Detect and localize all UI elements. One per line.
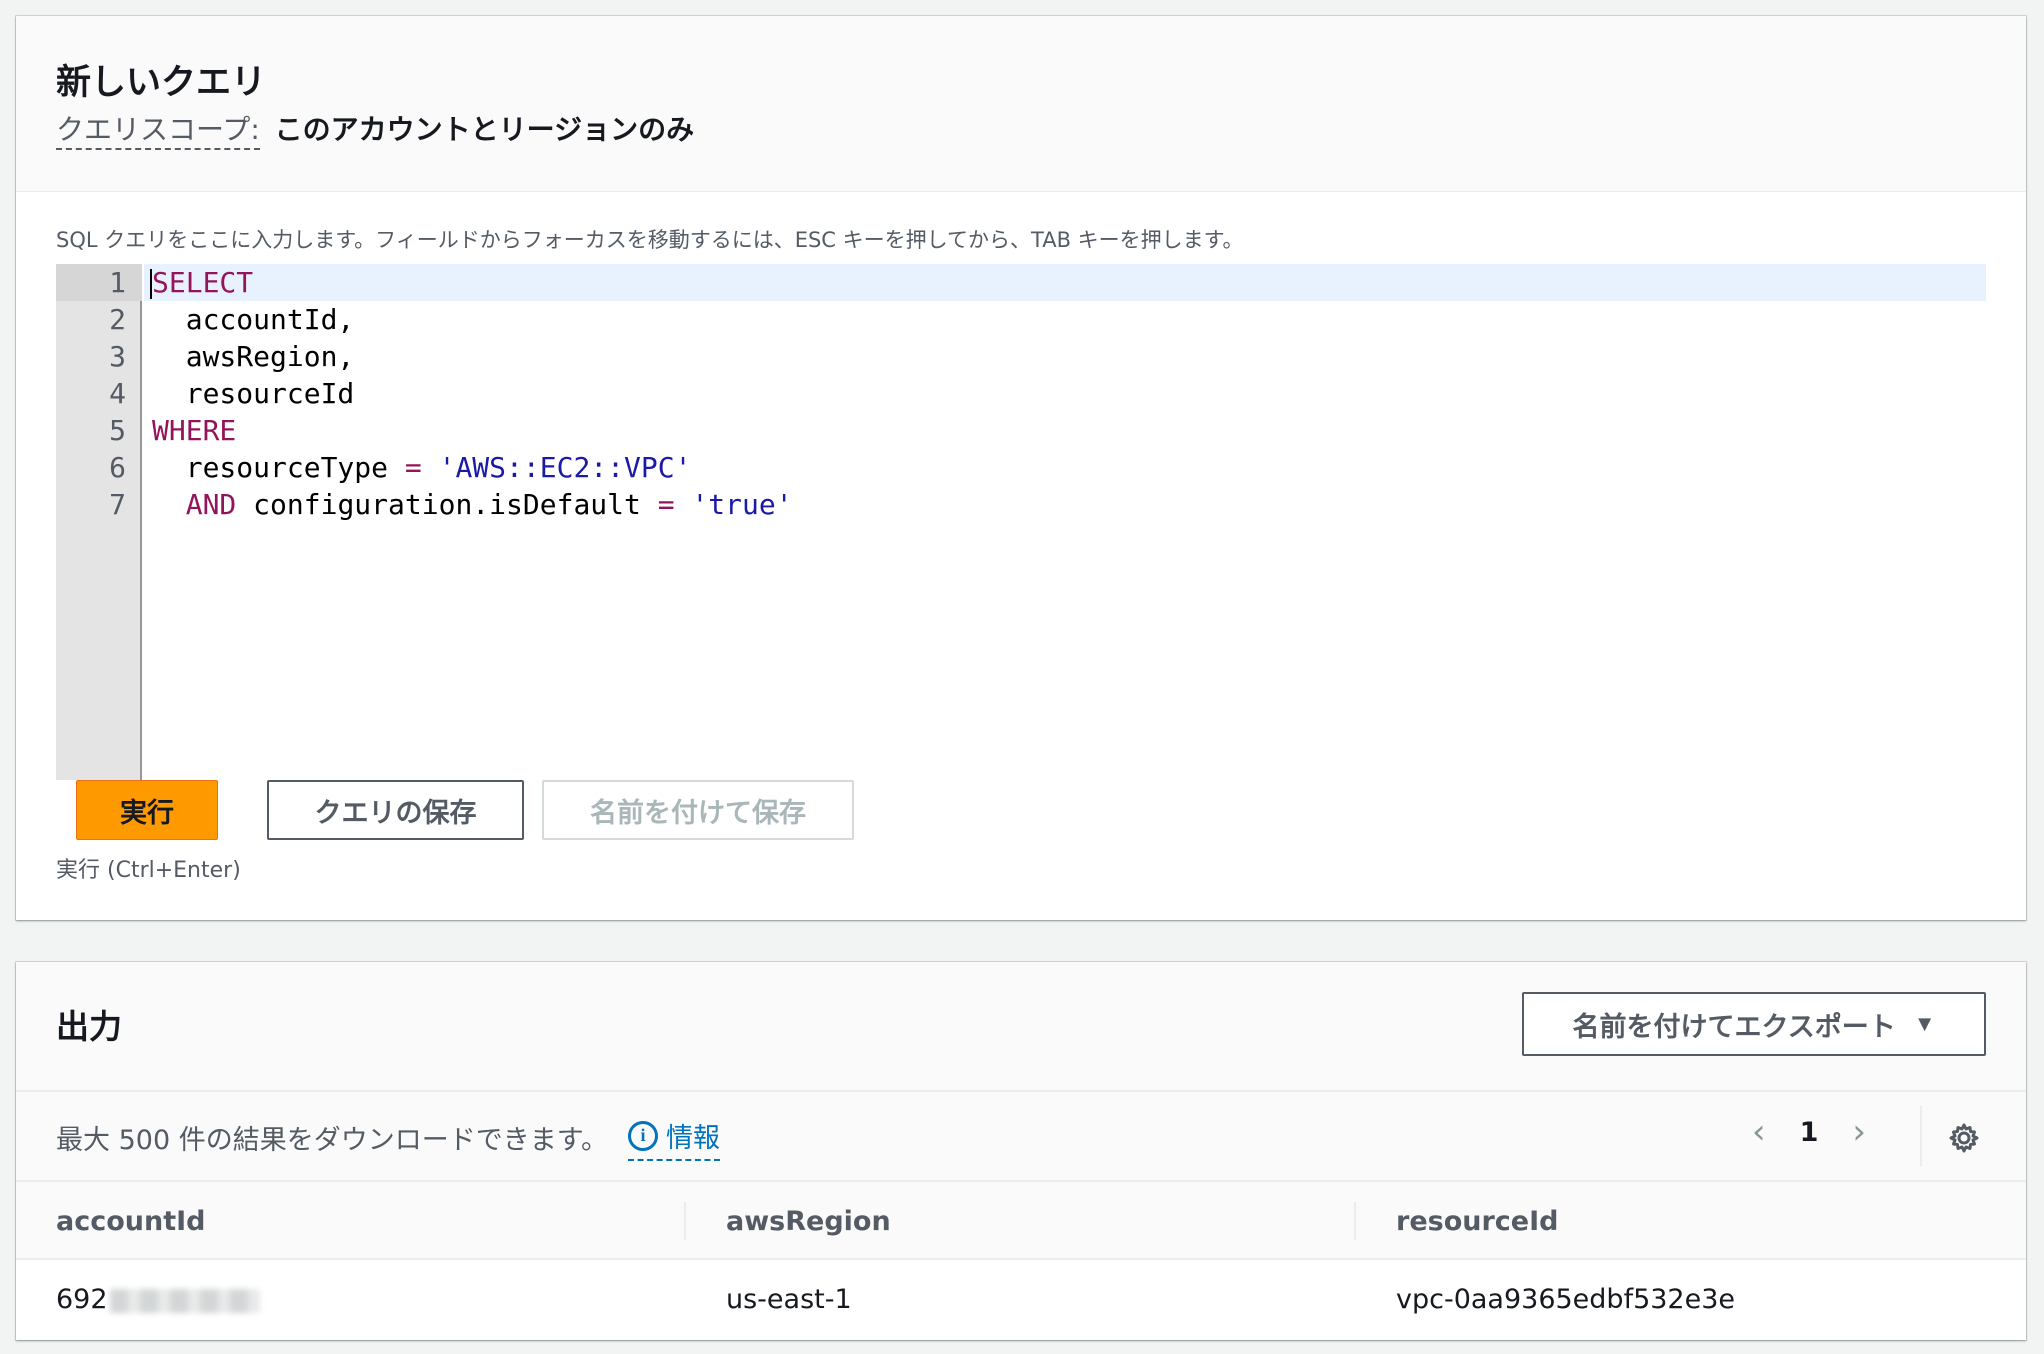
query-scope-value: このアカウントとリージョンのみ <box>274 113 695 146</box>
code-line[interactable]: awsRegion, <box>152 338 355 375</box>
info-link[interactable]: i 情報 <box>628 1116 720 1161</box>
accountid-visible: 692 <box>56 1284 108 1315</box>
results-table-header: accountId awsRegion resourceId <box>16 1182 2026 1260</box>
chevron-left-icon[interactable]: ‹ <box>1752 1112 1766 1152</box>
code-line[interactable]: accountId, <box>152 301 355 338</box>
editor-hint: SQL クエリをここに入力します。フィールドからフォーカスを移動するには、ESC… <box>56 228 1244 252</box>
output-header: 出力 名前を付けてエクスポート ▼ <box>16 962 2026 1090</box>
line-number: 2 <box>109 303 126 336</box>
output-title: 出力 <box>56 1007 122 1046</box>
line-number: 7 <box>109 488 126 521</box>
run-button[interactable]: 実行 <box>76 780 218 840</box>
cell-awsregion: us-east-1 <box>726 1284 852 1315</box>
download-limit-text: 最大 500 件の結果をダウンロードできます。 <box>56 1125 608 1156</box>
save-query-button[interactable]: クエリの保存 <box>267 780 524 840</box>
cell-accountid: 692 <box>56 1284 260 1315</box>
run-shortcut-hint: 実行 (Ctrl+Enter) <box>56 858 241 883</box>
info-icon: i <box>628 1120 658 1151</box>
sql-editor[interactable]: 1 2 3 4 5 6 7 SELECT accountId, awsRegio… <box>56 264 1986 780</box>
column-separator[interactable] <box>1354 1202 1356 1240</box>
pagination: ‹ 1 › <box>1752 1112 1866 1152</box>
sql-keyword: SELECT <box>152 266 254 299</box>
sql-field: configuration.isDefault <box>236 488 658 521</box>
code-line[interactable]: AND configuration.isDefault = 'true' <box>152 486 793 523</box>
redacted-blur <box>109 1288 260 1313</box>
code-line[interactable]: WHERE <box>152 412 236 449</box>
line-number: 6 <box>109 451 126 484</box>
info-label: 情報 <box>666 1123 720 1154</box>
code-line[interactable]: SELECT <box>150 264 254 301</box>
sql-string: 'true' <box>691 488 793 521</box>
line-number: 3 <box>109 340 126 373</box>
line-number: 5 <box>109 414 126 447</box>
column-header-resourceid[interactable]: resourceId <box>1396 1206 1558 1237</box>
code-line[interactable]: resourceType = 'AWS::EC2::VPC' <box>152 449 692 486</box>
results-toolbar: 最大 500 件の結果をダウンロードできます。 i 情報 ‹ 1 › <box>16 1090 2026 1182</box>
query-header: 新しいクエリ クエリスコープ: このアカウントとリージョンのみ <box>16 16 2026 192</box>
query-scope: クエリスコープ: このアカウントとリージョンのみ <box>56 108 695 150</box>
divider <box>1920 1106 1922 1166</box>
chevron-right-icon[interactable]: › <box>1852 1112 1866 1152</box>
sql-field: resourceType <box>152 451 405 484</box>
export-dropdown-button[interactable]: 名前を付けてエクスポート ▼ <box>1522 992 1986 1056</box>
column-header-accountid[interactable]: accountId <box>56 1206 206 1237</box>
sql-string: 'AWS::EC2::VPC' <box>438 451 692 484</box>
active-line-highlight <box>144 264 1986 301</box>
output-panel: 出力 名前を付けてエクスポート ▼ 最大 500 件の結果をダウンロードできます… <box>16 962 2026 1340</box>
query-title: 新しいクエリ <box>56 63 267 103</box>
column-header-awsregion[interactable]: awsRegion <box>726 1206 891 1237</box>
current-page[interactable]: 1 <box>1800 1117 1819 1148</box>
query-panel: 新しいクエリ クエリスコープ: このアカウントとリージョンのみ SQL クエリを… <box>16 16 2026 920</box>
sql-operator: = <box>657 488 675 521</box>
save-as-button: 名前を付けて保存 <box>542 780 854 840</box>
code-line[interactable]: resourceId <box>152 375 355 412</box>
line-number: 1 <box>109 266 126 299</box>
export-label: 名前を付けてエクスポート <box>1572 1011 1896 1042</box>
column-separator[interactable] <box>684 1202 686 1240</box>
sql-operator: = <box>404 451 422 484</box>
table-row: 692 us-east-1 vpc-0aa9365edbf532e3e <box>16 1260 2026 1340</box>
query-scope-label[interactable]: クエリスコープ: <box>56 113 260 150</box>
sql-keyword: AND <box>152 488 237 521</box>
cell-resourceid: vpc-0aa9365edbf532e3e <box>1396 1284 1736 1315</box>
line-number: 4 <box>109 377 126 410</box>
caret-down-icon: ▼ <box>1913 1011 1936 1036</box>
gear-icon[interactable] <box>1948 1122 1980 1154</box>
